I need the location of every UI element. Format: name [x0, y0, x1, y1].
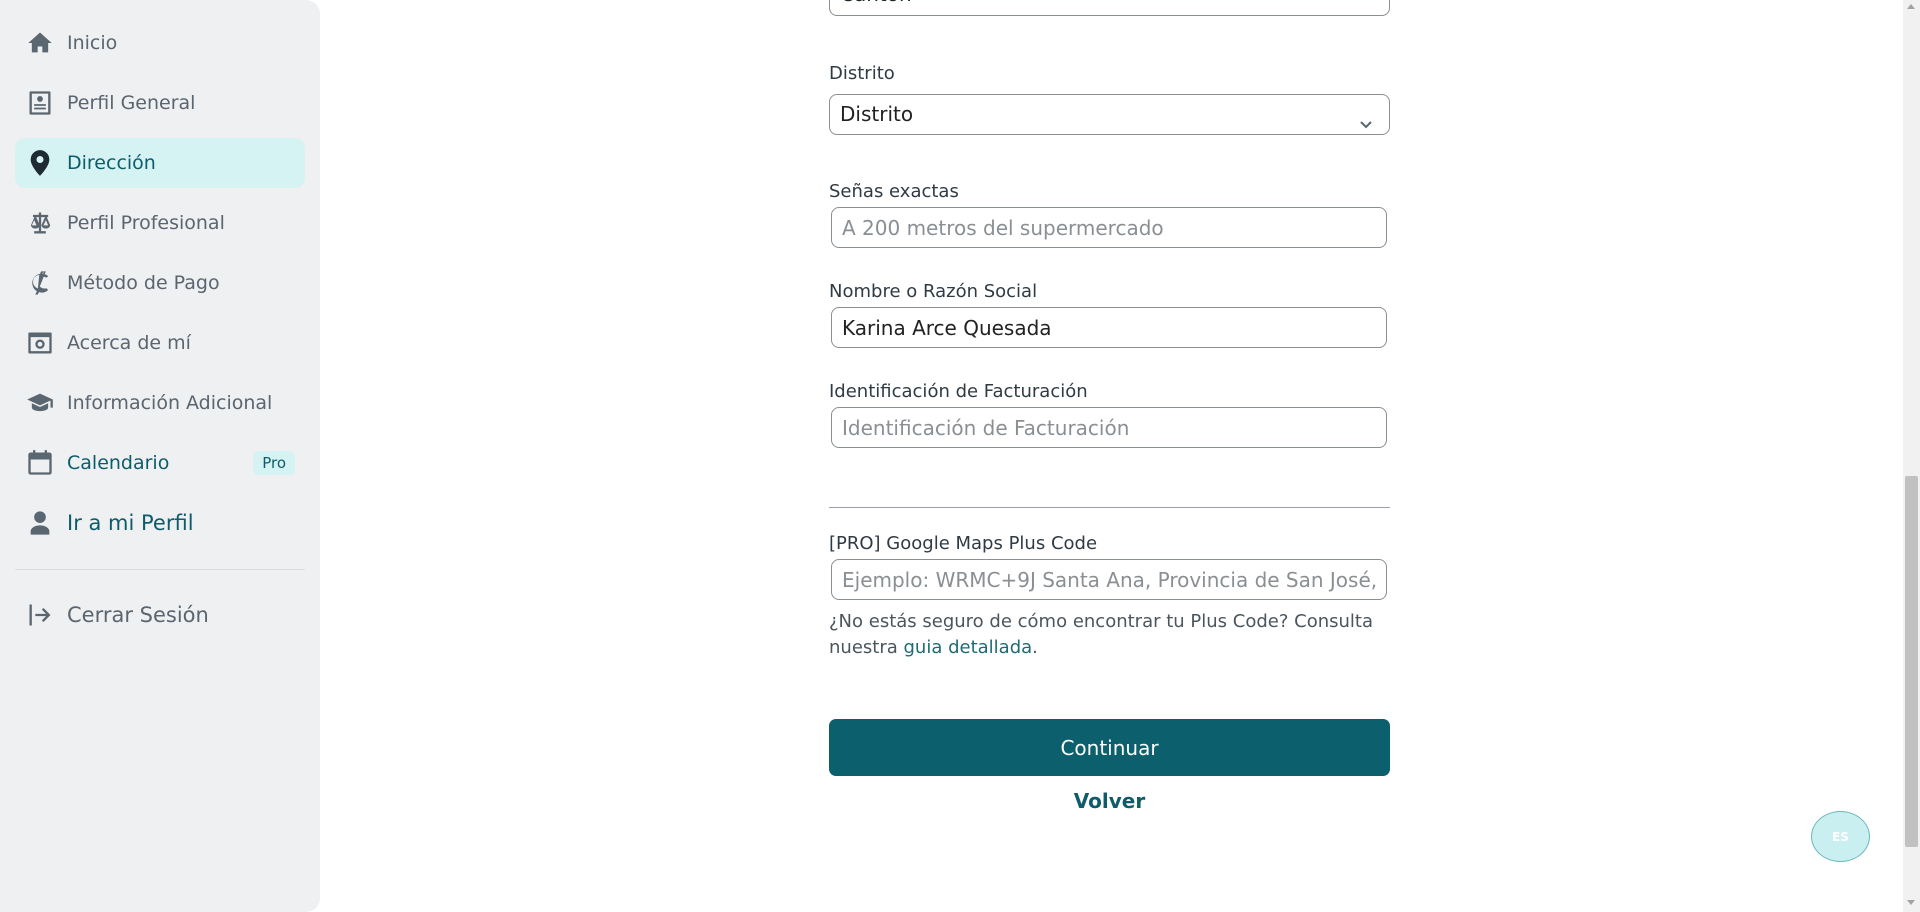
sidebar-item-label: Perfil General [67, 92, 196, 114]
identificacion-label: Identificación de Facturación [829, 381, 1088, 402]
plus-code-help-text: ¿No estás seguro de cómo encontrar tu Pl… [829, 609, 1390, 661]
plus-code-label: [PRO] Google Maps Plus Code [829, 533, 1098, 554]
camera-icon [25, 328, 55, 358]
sidebar-item-info-adicional[interactable]: Información Adicional [15, 378, 305, 428]
logout-icon [25, 600, 55, 630]
sidebar-divider [15, 569, 305, 570]
sidebar-nav: Inicio Perfil General Dirección Perfil P… [15, 18, 305, 558]
scroll-down-arrow-icon[interactable] [1907, 900, 1915, 905]
profile-card-icon [25, 88, 55, 118]
home-icon [25, 28, 55, 58]
logout-label: Cerrar Sesión [67, 603, 209, 627]
back-link[interactable]: Volver [829, 789, 1390, 813]
sidebar-item-label: Método de Pago [67, 272, 220, 294]
sidebar-item-label: Acerca de mí [67, 332, 191, 354]
calendar-icon [25, 448, 55, 478]
plus-code-input[interactable] [831, 559, 1387, 600]
balance-scale-icon [25, 208, 55, 238]
section-divider [829, 507, 1390, 508]
sidebar-item-calendario[interactable]: Calendario Pro [15, 438, 305, 488]
sidebar-item-label: Calendario [67, 452, 170, 474]
sidebar-item-label: Dirección [67, 152, 156, 174]
language-button[interactable]: ES [1811, 811, 1870, 862]
sidebar-item-label: Inicio [67, 32, 118, 54]
sidebar-item-metodo-pago[interactable]: Método de Pago [15, 258, 305, 308]
nombre-label: Nombre o Razón Social [829, 281, 1038, 302]
distrito-select-value: Distrito [840, 102, 914, 126]
graduation-cap-icon [25, 388, 55, 418]
senas-label: Señas exactas [829, 181, 959, 202]
sidebar-item-acerca[interactable]: Acerca de mí [15, 318, 305, 368]
scroll-up-arrow-icon[interactable] [1907, 4, 1915, 9]
logout-button[interactable]: Cerrar Sesión [25, 590, 209, 640]
sidebar-item-label: Perfil Profesional [67, 212, 225, 234]
sidebar-item-perfil-general[interactable]: Perfil General [15, 78, 305, 128]
colon-currency-icon [25, 268, 55, 298]
sidebar-item-inicio[interactable]: Inicio [15, 18, 305, 68]
user-icon [25, 508, 55, 538]
distrito-label: Distrito [829, 63, 895, 84]
sidebar: Inicio Perfil General Dirección Perfil P… [0, 0, 320, 912]
help-text-end: . [1032, 637, 1038, 658]
continue-button[interactable]: Continuar [829, 719, 1390, 776]
pro-badge: Pro [253, 451, 295, 475]
scrollbar[interactable] [1903, 0, 1920, 912]
chevron-down-icon [1358, 106, 1374, 129]
nombre-input[interactable] [831, 307, 1387, 348]
identificacion-input[interactable] [831, 407, 1387, 448]
canton-select[interactable]: Cantón [829, 0, 1390, 16]
sidebar-item-ir-perfil[interactable]: Ir a mi Perfil [15, 498, 305, 548]
guide-link[interactable]: guia detallada [903, 637, 1032, 658]
sidebar-item-label: Información Adicional [67, 392, 273, 414]
map-pin-icon [25, 148, 55, 178]
senas-input[interactable] [831, 207, 1387, 248]
sidebar-item-direccion[interactable]: Dirección [15, 138, 305, 188]
distrito-select[interactable]: Distrito [829, 94, 1390, 135]
sidebar-item-perfil-profesional[interactable]: Perfil Profesional [15, 198, 305, 248]
sidebar-item-label: Ir a mi Perfil [67, 511, 194, 535]
scroll-thumb[interactable] [1905, 476, 1918, 847]
